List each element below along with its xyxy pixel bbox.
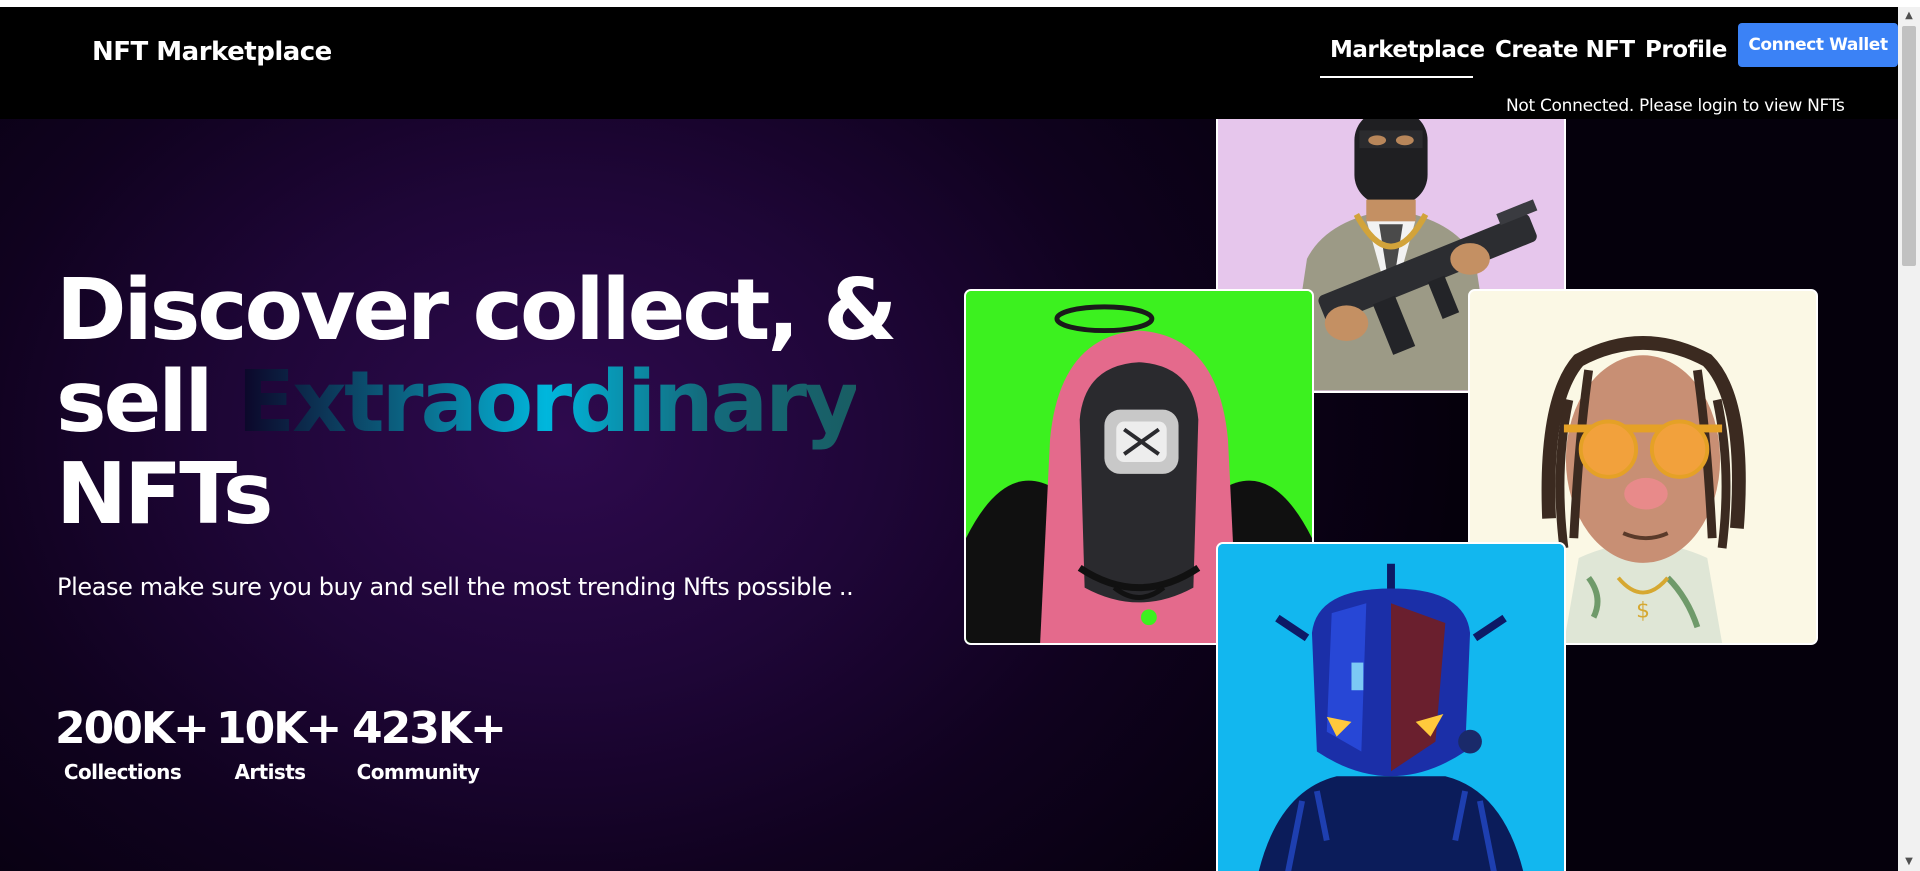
hero-title-line2-prefix: sell: [56, 353, 214, 452]
hero-title: Discover collect, & sell Extraordinary N…: [56, 265, 897, 544]
top-navbar: NFT Marketplace Marketplace Create NFT P…: [0, 7, 1898, 119]
nav-link-create-nft[interactable]: Create NFT: [1495, 37, 1635, 63]
stat-label: Community: [356, 760, 480, 784]
active-nav-indicator: [1320, 76, 1473, 78]
stat-value: 423K+: [352, 703, 507, 754]
scrollbar-thumb[interactable]: [1902, 26, 1916, 266]
nav-link-marketplace[interactable]: Marketplace: [1330, 37, 1485, 63]
page-scrollbar[interactable]: ▲ ▼: [1898, 7, 1920, 871]
stat-artists: 10K+ Artists: [216, 703, 342, 785]
hero-subtitle: Please make sure you buy and sell the mo…: [57, 573, 854, 601]
hero-title-highlight: Extraordinary: [237, 353, 859, 452]
connection-status: Not Connected. Please login to view NFTs: [1506, 96, 1845, 116]
stat-value: 10K+: [216, 703, 342, 754]
hero-title-line1: Discover collect, &: [56, 261, 897, 360]
nav-link-profile[interactable]: Profile: [1645, 37, 1727, 63]
blue-robot-image: [1218, 544, 1564, 871]
stat-collections: 200K+ Collections: [55, 703, 210, 785]
stat-community: 423K+ Community: [352, 703, 507, 785]
brand-logo-text[interactable]: NFT Marketplace: [92, 37, 332, 67]
svg-text:$: $: [1636, 598, 1650, 623]
hero-title-line3: NFTs: [56, 445, 273, 544]
connect-wallet-button[interactable]: Connect Wallet: [1738, 23, 1898, 67]
stat-label: Collections: [63, 760, 182, 784]
arrow-down-icon[interactable]: ▼: [1898, 853, 1920, 871]
stat-label: Artists: [234, 760, 307, 784]
arrow-up-icon[interactable]: ▲: [1898, 7, 1920, 25]
stat-value: 200K+: [55, 703, 210, 754]
page-viewport: $ NFT Marketplace Marketplace Create NFT…: [0, 7, 1898, 871]
nft-card-blue-robot[interactable]: [1216, 542, 1566, 871]
